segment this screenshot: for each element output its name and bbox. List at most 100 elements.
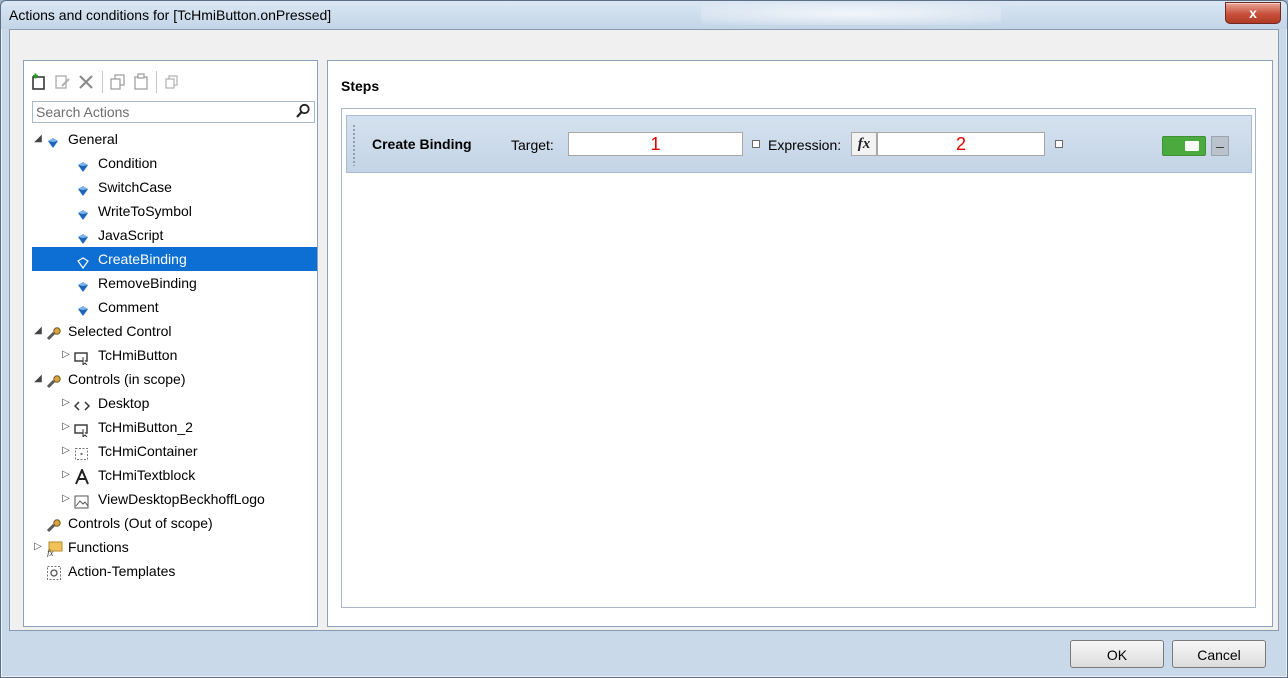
image-icon	[74, 492, 90, 509]
tree-item-tchmicontainer[interactable]: ▷ TcHmiContainer	[32, 439, 317, 463]
svg-text:fx: fx	[47, 548, 54, 557]
tree-item-writetosymbol[interactable]: WriteToSymbol	[32, 199, 317, 223]
duplicate-icon[interactable]	[163, 73, 181, 91]
gem-icon	[76, 252, 92, 270]
actions-tree: ◢ General Condition SwitchCase WriteToSymbol…	[32, 127, 317, 627]
cancel-button[interactable]: Cancel	[1172, 640, 1266, 668]
wrench-icon	[46, 324, 62, 341]
tree-item-controls-out-of-scope[interactable]: Controls (Out of scope)	[32, 511, 317, 535]
tree-item-tchmitextblock[interactable]: ▷ TcHmiTextblock	[32, 463, 317, 487]
container-icon	[74, 444, 90, 460]
steps-list[interactable]	[341, 108, 1256, 608]
tree-item-desktop[interactable]: ▷ Desktop	[32, 391, 317, 415]
tree-item-label: Condition	[98, 155, 158, 171]
tree-item-tchmibutton-2[interactable]: ▷ TcHmiButton_2	[32, 415, 317, 439]
search-icon[interactable]	[295, 103, 311, 119]
add-action-icon[interactable]	[30, 73, 48, 91]
gem-icon	[76, 180, 92, 196]
tree-item-label: Selected Control	[68, 323, 172, 339]
gem-icon	[76, 276, 92, 292]
search-actions-box	[32, 101, 315, 123]
code-icon	[73, 396, 91, 411]
gem-icon	[76, 300, 92, 316]
tree-item-label: TcHmiButton	[98, 347, 178, 363]
title-bar-highlight	[701, 3, 1001, 25]
functions-icon: fx	[46, 540, 63, 558]
gem-icon	[76, 156, 92, 172]
remove-step-button[interactable]: –	[1211, 136, 1229, 156]
tree-item-selected-control[interactable]: ◢ Selected Control	[32, 319, 317, 343]
collapse-arrow-icon[interactable]: ◢	[32, 127, 44, 151]
close-icon: x	[1249, 5, 1257, 21]
expand-arrow-icon[interactable]: ▷	[32, 535, 44, 559]
search-input[interactable]	[33, 102, 288, 122]
wrench-icon	[46, 516, 62, 533]
tree-item-label: TcHmiTextblock	[98, 467, 196, 483]
tree-item-label: ViewDesktopBeckhoffLogo	[98, 491, 265, 507]
gem-icon	[76, 228, 92, 244]
delete-icon[interactable]	[77, 73, 95, 91]
tree-item-label: Controls (in scope)	[68, 371, 186, 387]
tree-item-label: Controls (Out of scope)	[68, 515, 213, 531]
wrench-icon	[46, 372, 62, 389]
tree-item-label: SwitchCase	[98, 179, 172, 195]
tree-item-label: Comment	[98, 299, 159, 315]
tree-item-label: Desktop	[98, 395, 150, 411]
copy-icon[interactable]	[109, 73, 127, 91]
expand-arrow-icon[interactable]: ▷	[60, 343, 72, 367]
toolbar-separator	[156, 71, 157, 93]
function-button[interactable]: fx	[851, 132, 877, 156]
tree-item-comment[interactable]: Comment	[32, 295, 317, 319]
close-button[interactable]: x	[1225, 2, 1281, 24]
target-label: Target:	[511, 137, 554, 153]
ok-button[interactable]: OK	[1070, 640, 1164, 668]
tree-item-functions[interactable]: ▷ fx Functions	[32, 535, 317, 559]
button-control-icon	[74, 348, 90, 367]
tree-item-label: Action-Templates	[68, 563, 176, 579]
expression-label: Expression:	[768, 137, 842, 153]
gem-icon	[76, 204, 92, 220]
expand-arrow-icon[interactable]: ▷	[60, 439, 72, 463]
paste-icon[interactable]	[132, 73, 150, 91]
tree-item-condition[interactable]: Condition	[32, 151, 317, 175]
tree-item-switchcase[interactable]: SwitchCase	[32, 175, 317, 199]
expression-option-checkbox[interactable]	[1055, 140, 1063, 148]
button-control-icon	[74, 420, 90, 439]
collapse-arrow-icon[interactable]: ◢	[32, 367, 44, 391]
expand-arrow-icon[interactable]: ▷	[60, 415, 72, 439]
tree-item-removebinding[interactable]: RemoveBinding	[32, 271, 317, 295]
expand-arrow-icon[interactable]: ▷	[60, 487, 72, 511]
tree-item-tchmibutton[interactable]: ▷ TcHmiButton	[32, 343, 317, 367]
tree-item-general[interactable]: ◢ General	[32, 127, 317, 151]
target-input[interactable]: 1	[568, 132, 743, 156]
toggle-knob	[1185, 141, 1199, 151]
tree-item-label: JavaScript	[98, 227, 164, 243]
target-option-checkbox[interactable]	[752, 140, 760, 148]
tree-item-label: TcHmiButton_2	[98, 419, 193, 435]
template-icon	[46, 564, 62, 580]
actions-panel: ◢ General Condition SwitchCase WriteToSymbol…	[23, 60, 318, 627]
expression-input[interactable]: 2	[877, 132, 1045, 156]
step-enabled-toggle[interactable]	[1162, 136, 1206, 156]
expand-arrow-icon[interactable]: ▷	[60, 463, 72, 487]
tree-item-label: RemoveBinding	[98, 275, 197, 291]
tree-item-label: Functions	[68, 539, 129, 555]
expand-arrow-icon[interactable]: ▷	[60, 391, 72, 415]
fx-icon: fx	[857, 136, 871, 152]
steps-heading: Steps	[341, 78, 380, 94]
tree-item-label: TcHmiContainer	[98, 443, 198, 459]
tree-item-label: WriteToSymbol	[98, 203, 192, 219]
title-bar[interactable]: Actions and conditions for [TcHmiButton.…	[1, 1, 1287, 29]
step-create-binding[interactable]: Create Binding Target: 1 Expression: fx …	[346, 115, 1252, 173]
drag-handle[interactable]	[352, 124, 356, 166]
gem-icon	[46, 132, 62, 148]
tree-item-action-templates[interactable]: Action-Templates	[32, 559, 317, 583]
tree-item-javascript[interactable]: JavaScript	[32, 223, 317, 247]
tree-item-createbinding[interactable]: CreateBinding	[32, 247, 317, 271]
edit-icon[interactable]	[54, 73, 72, 91]
tree-item-controls-in-scope[interactable]: ◢ Controls (in scope)	[32, 367, 317, 391]
minus-icon: –	[1216, 138, 1224, 154]
window-title: Actions and conditions for [TcHmiButton.…	[9, 7, 332, 23]
collapse-arrow-icon[interactable]: ◢	[32, 319, 44, 343]
tree-item-viewdesktopbeckhofflogo[interactable]: ▷ ViewDesktopBeckhoffLogo	[32, 487, 317, 511]
